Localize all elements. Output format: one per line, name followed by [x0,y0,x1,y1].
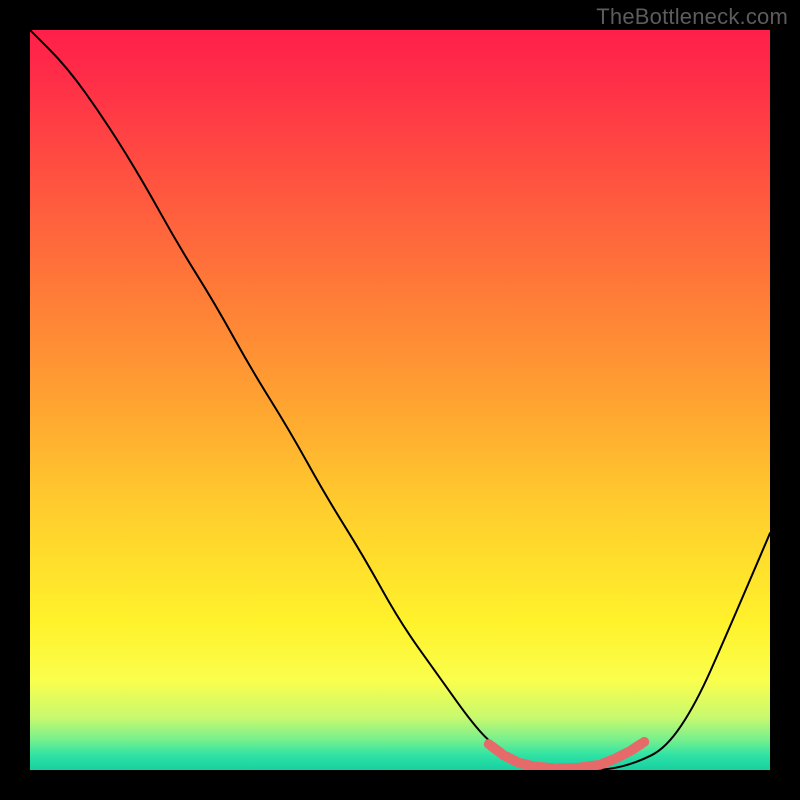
chart-svg [30,30,770,770]
chart-frame: TheBottleneck.com [0,0,800,800]
optimal-marker-segment [558,768,574,769]
optimal-marker-segment [536,767,552,769]
optimal-marker-dot [639,737,649,747]
optimal-marker-segment [581,765,597,767]
plot-area [30,30,770,770]
bottleneck-curve [30,30,770,770]
watermark-text: TheBottleneck.com [596,4,788,30]
